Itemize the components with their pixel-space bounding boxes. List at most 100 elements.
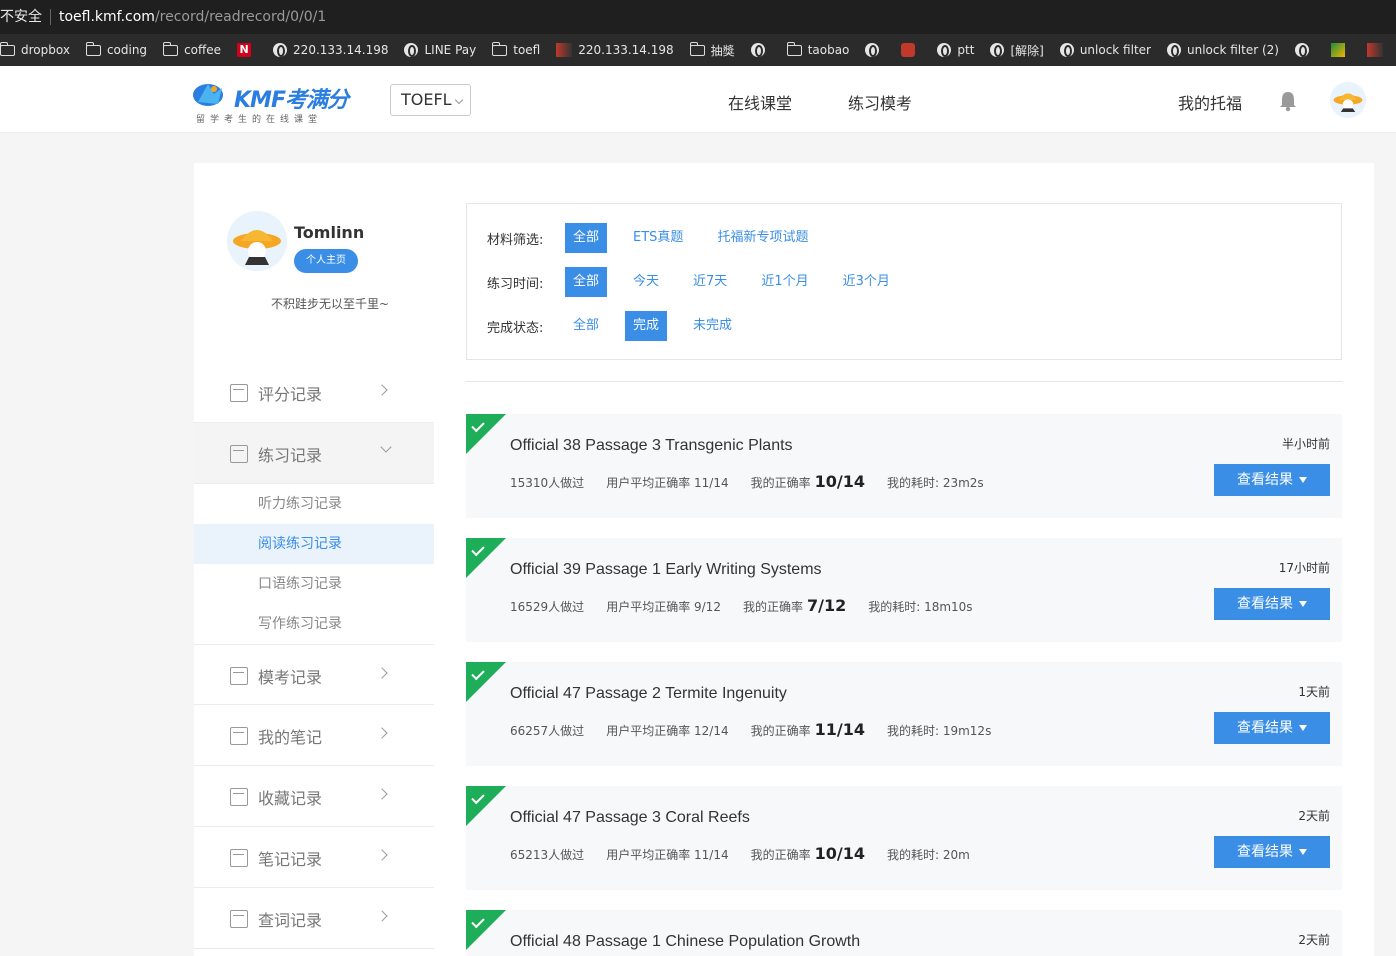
- record-title[interactable]: Official 39 Passage 1 Early Writing Syst…: [510, 561, 822, 579]
- bookmark-item[interactable]: [1294, 43, 1315, 57]
- view-result-button[interactable]: 查看结果: [1214, 836, 1330, 868]
- bookmark-item[interactable]: ptt: [937, 43, 974, 57]
- filter-option[interactable]: 近1个月: [753, 267, 816, 297]
- bookmark-item[interactable]: [解除]: [990, 42, 1044, 59]
- record-title[interactable]: Official 38 Passage 3 Transgenic Plants: [510, 437, 793, 455]
- view-result-label: 查看结果: [1237, 844, 1293, 860]
- menu-practice-records[interactable]: 练习记录: [194, 423, 434, 484]
- record-title[interactable]: Official 47 Passage 2 Termite Ingenuity: [510, 685, 787, 703]
- bookmark-item[interactable]: [901, 43, 921, 57]
- filter-option[interactable]: 近7天: [685, 267, 735, 297]
- globe-icon: [937, 43, 952, 57]
- submenu-speaking[interactable]: 口语练习记录: [194, 564, 434, 604]
- filter-option[interactable]: 未完成: [685, 311, 740, 341]
- menu-mock-records[interactable]: 模考记录: [194, 644, 434, 705]
- calendar-icon: [230, 667, 248, 685]
- bookmark-label: toefl: [513, 43, 541, 57]
- exam-select-value: TOEFL: [401, 90, 452, 109]
- record-time-ago: 17小时前: [1278, 561, 1330, 575]
- view-result-button[interactable]: 查看结果: [1214, 464, 1330, 496]
- submenu-writing[interactable]: 写作练习记录: [194, 604, 434, 644]
- menu-favorites[interactable]: 收藏记录: [194, 766, 434, 827]
- filter-option[interactable]: 全部: [565, 311, 607, 341]
- bookmark-item[interactable]: coffee: [163, 41, 221, 57]
- bookmark-item[interactable]: unlock filter (2): [1166, 43, 1279, 57]
- menu-score-records[interactable]: 评分记录: [194, 362, 434, 423]
- globe-icon: [404, 43, 419, 57]
- bookmark-item[interactable]: [750, 43, 771, 57]
- record-card: Official 48 Passage 1 Chinese Population…: [466, 910, 1342, 956]
- bookmark-item[interactable]: 220.133.14.198: [273, 43, 388, 57]
- menu-label: 评分记录: [258, 385, 323, 404]
- filter-option[interactable]: 今天: [625, 267, 667, 297]
- nav-online-course[interactable]: 在线课堂: [728, 90, 792, 114]
- submenu-listening[interactable]: 听力练习记录: [194, 484, 434, 524]
- filter-option[interactable]: 近3个月: [835, 267, 898, 297]
- bookmark-item[interactable]: [1330, 43, 1351, 57]
- filter-label: 完成状态:: [487, 320, 544, 336]
- bookmark-item[interactable]: N: [237, 43, 257, 57]
- view-result-button[interactable]: 查看结果: [1214, 588, 1330, 620]
- insecure-label: 不安全: [0, 9, 51, 25]
- caret-down-icon: [1299, 849, 1307, 855]
- kmf-logo[interactable]: KMF考满分 留学考生的在线课堂: [192, 78, 352, 125]
- view-result-label: 查看结果: [1237, 596, 1293, 612]
- bookmark-item[interactable]: [865, 43, 885, 57]
- my-accuracy-label: 我的正确率: [750, 476, 811, 490]
- record-time-ago: 2天前: [1298, 809, 1330, 823]
- filter-label: 材料筛选:: [487, 232, 544, 248]
- record-count: 66257人做过: [510, 724, 585, 738]
- bookmark-item[interactable]: 抽獎: [689, 41, 735, 59]
- filter-row-material: 材料筛选: 全部 ETS真题 托福新专项试题: [487, 223, 834, 253]
- menu-lookup-records[interactable]: 查词记录: [194, 888, 434, 949]
- bookmark-item[interactable]: taobao: [786, 41, 849, 57]
- record-title[interactable]: Official 47 Passage 3 Coral Reefs: [510, 809, 750, 827]
- record-time-ago: 2天前: [1298, 933, 1330, 947]
- divider: [194, 948, 434, 949]
- filter-option[interactable]: 完成: [625, 311, 668, 341]
- logo-text: KMF考满分: [234, 88, 349, 113]
- nav-my-toefl[interactable]: 我的托福: [1178, 90, 1242, 114]
- view-result-label: 查看结果: [1237, 472, 1293, 488]
- profile-avatar[interactable]: [227, 211, 287, 271]
- bookmark-item[interactable]: dropbox: [0, 41, 70, 57]
- address-bar[interactable]: 不安全 toefl.kmf.com/record/readrecord/0/0/…: [0, 0, 1396, 34]
- caret-down-icon: [1299, 601, 1307, 607]
- user-avatar[interactable]: [1330, 82, 1366, 118]
- exam-select[interactable]: TOEFL: [390, 84, 471, 116]
- bookmark-item[interactable]: LINE Pay: [404, 43, 476, 57]
- my-accuracy-label: 我的正确率: [742, 600, 803, 614]
- nav-practice-mock[interactable]: 练习模考: [848, 90, 912, 114]
- record-time-ago: 半小时前: [1281, 437, 1330, 451]
- bookmark-item[interactable]: [1366, 43, 1389, 57]
- logo-icon: [193, 84, 223, 106]
- view-result-button[interactable]: 查看结果: [1214, 712, 1330, 744]
- menu-label: 笔记记录: [258, 850, 323, 869]
- menu-my-notes[interactable]: 我的笔记: [194, 705, 434, 766]
- bookmark-item[interactable]: coding: [85, 41, 147, 57]
- filter-option[interactable]: ETS真题: [625, 223, 691, 253]
- menu-note-records[interactable]: 笔记记录: [194, 827, 434, 888]
- bookmark-item[interactable]: 220.133.14.198: [556, 43, 674, 57]
- chevron-right-icon: [376, 727, 388, 739]
- menu-label: 我的笔记: [258, 728, 323, 747]
- shop-icon: [901, 43, 916, 57]
- bookmark-item[interactable]: toefl: [492, 41, 541, 57]
- filter-option[interactable]: 全部: [565, 267, 608, 297]
- record-stats: 16529人做过 用户平均正确率 9/12 我的正确率 7/12 我的耗时: 18…: [510, 596, 995, 615]
- record-my-accuracy: 我的正确率 10/14: [751, 472, 865, 491]
- globe-icon: [1294, 43, 1309, 57]
- dictionary-icon: [230, 910, 248, 928]
- bell-icon[interactable]: [1278, 90, 1298, 112]
- bookmark-label: 220.133.14.198: [293, 43, 389, 57]
- profile-home-button[interactable]: 个人主页: [294, 249, 358, 273]
- filter-option[interactable]: 托福新专项试题: [709, 223, 816, 253]
- my-accuracy-value: 10/14: [814, 472, 865, 491]
- bookmark-label: 220.133.14.198: [578, 43, 674, 57]
- record-title[interactable]: Official 48 Passage 1 Chinese Population…: [510, 933, 860, 951]
- bookmark-item[interactable]: unlock filter: [1059, 43, 1151, 57]
- submenu-reading[interactable]: 阅读练习记录: [194, 524, 434, 564]
- filter-option[interactable]: 全部: [565, 223, 608, 253]
- logo-subtitle: 留学考生的在线课堂: [196, 115, 323, 125]
- record-duration: 我的耗时: 23m2s: [886, 476, 984, 490]
